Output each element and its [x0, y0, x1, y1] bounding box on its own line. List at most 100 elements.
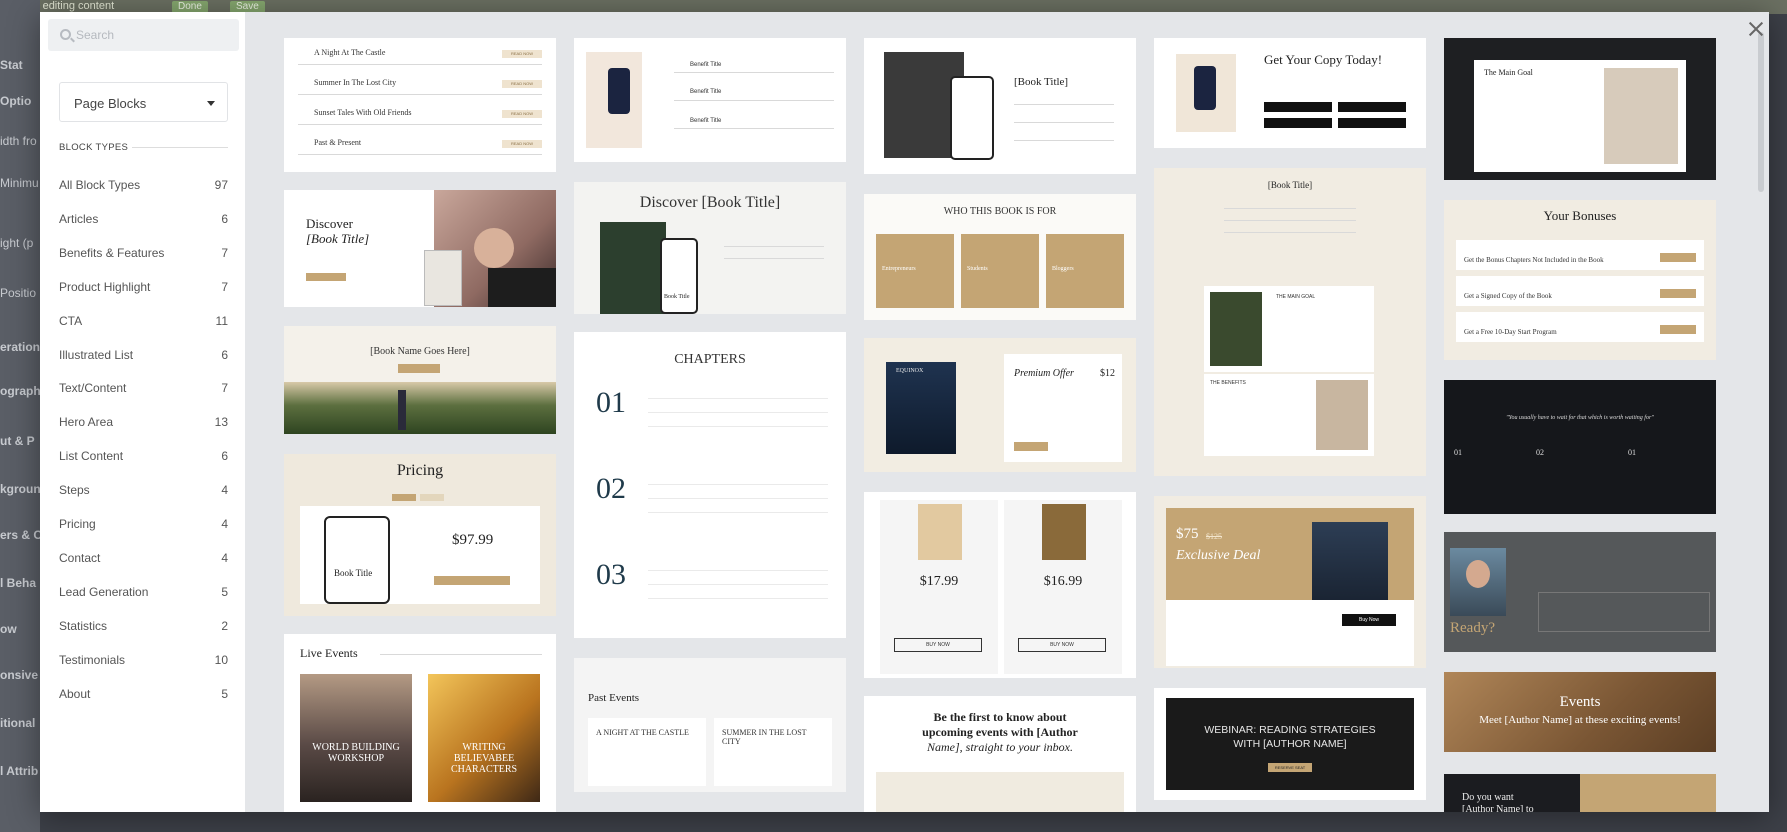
event-title: WORLD BUILDING WORKSHOP	[312, 742, 400, 764]
panel-heading: THE MAIN GOAL	[1276, 294, 1316, 300]
category-item[interactable]: Testimonials 10	[59, 653, 228, 673]
category-item[interactable]: CTA 11	[59, 314, 228, 334]
block-card-discover-hero[interactable]: Discover [Book Title]	[284, 190, 556, 307]
events-heading: Events	[1559, 694, 1601, 710]
category-item[interactable]: Articles 6	[59, 212, 228, 232]
category-item[interactable]: List Content 6	[59, 449, 228, 469]
block-card-book-pricing[interactable]: $17.99 $16.99 BUY NOW BUY NOW	[864, 492, 1136, 678]
bg-label: ut & P	[0, 434, 35, 448]
read-now-button: READ NOW	[502, 80, 542, 88]
category-item[interactable]: Text/Content 7	[59, 381, 228, 401]
block-card-exclusive-deal[interactable]: $75 $125 Exclusive Deal Buy Now	[1154, 496, 1426, 668]
form-area	[876, 772, 1124, 812]
offer-price: $12	[1100, 368, 1115, 379]
block-type-select[interactable]: Page Blocks	[59, 82, 228, 122]
block-card-quote-steps[interactable]: "You usually have to wait for that which…	[1444, 380, 1716, 514]
deal-price: $75	[1176, 526, 1199, 542]
block-card-discover-product[interactable]: Discover [Book Title] Book Title	[574, 182, 846, 314]
block-card-articles[interactable]: A Night At The Castle Summer In The Lost…	[284, 38, 556, 172]
category-label: Lead Generation	[59, 584, 149, 599]
category-item[interactable]: Statistics 2	[59, 619, 228, 639]
category-item[interactable]: Hero Area 13	[59, 415, 228, 435]
price: $97.99	[452, 532, 494, 548]
article-title: Sunset Tales With Old Friends	[314, 108, 412, 117]
category-count: 7	[221, 279, 228, 294]
block-card-past-events[interactable]: Past Events A NIGHT AT THE CASTLE SUMMER…	[574, 658, 846, 792]
offer-button	[1014, 442, 1048, 451]
deal-details	[1166, 600, 1414, 666]
bg-label: ow	[0, 622, 17, 636]
webinar-heading: WITH [AUTHOR NAME]	[1233, 738, 1347, 750]
category-label: Text/Content	[59, 381, 127, 396]
book-cover-title: EQUINOX	[896, 368, 924, 374]
section-heading: WHO THIS BOOK IS FOR	[943, 206, 1057, 217]
newsletter-heading: Name], straight to your inbox.	[927, 740, 1073, 754]
book-cover	[600, 222, 666, 314]
deal-old-price: $125	[1206, 532, 1222, 541]
bg-label: onsive	[0, 668, 39, 682]
block-card-booking[interactable]: Do you want [Author Name] to	[1444, 774, 1716, 812]
category-item[interactable]: Product Highlight 7	[59, 280, 228, 300]
pricing-button	[434, 576, 510, 585]
price: $16.99	[1043, 574, 1083, 589]
block-card-bonuses[interactable]: Your Bonuses Get the Bonus Chapters Not …	[1444, 200, 1716, 360]
phone-image	[608, 68, 630, 114]
category-item[interactable]: About 5	[59, 687, 228, 707]
category-label: Contact	[59, 550, 101, 565]
benefit-title: Benefit Title	[690, 62, 722, 68]
search-box[interactable]	[48, 19, 239, 51]
block-card-contact[interactable]: Ready?	[1444, 532, 1716, 652]
bonus-button	[1660, 253, 1696, 262]
block-card-premium-offer[interactable]: EQUINOX Premium Offer $12	[864, 338, 1136, 472]
category-label: Product Highlight	[59, 279, 151, 294]
toggle-option	[420, 494, 444, 501]
block-card-get-copy[interactable]: Get Your Copy Today!	[1154, 38, 1426, 148]
block-card-pricing[interactable]: Pricing Book Title $97.99	[284, 454, 556, 616]
block-card-live-events[interactable]: Live Events WORLD BUILDING WORKSHOP WRIT…	[284, 634, 556, 812]
category-item[interactable]: Illustrated List 6	[59, 348, 228, 368]
hero-button	[306, 273, 346, 281]
category-label: Illustrated List	[59, 347, 134, 362]
block-card-main-goal[interactable]: [Book Title] THE MAIN GOAL THE BENEFITS	[1154, 168, 1426, 476]
copy-heading: Get Your Copy Today!	[1264, 52, 1383, 67]
block-card-newsletter[interactable]: Be the first to know about upcoming even…	[864, 696, 1136, 812]
category-item[interactable]: All Block Types 97	[59, 178, 228, 198]
block-card-main-goal-dark[interactable]: The Main Goal	[1444, 38, 1716, 180]
book-image	[424, 250, 462, 306]
phone-image	[324, 516, 390, 604]
category-item[interactable]: Lead Generation 5	[59, 585, 228, 605]
book-cover	[886, 362, 956, 454]
search-input[interactable]	[76, 19, 236, 51]
hero-button	[398, 364, 440, 373]
block-types-heading: BLOCK TYPES	[59, 142, 129, 153]
category-item[interactable]: Benefits & Features 7	[59, 246, 228, 266]
category-item[interactable]: Steps 4	[59, 483, 228, 503]
chapter-number: 01	[596, 386, 626, 419]
close-icon[interactable]	[1747, 20, 1765, 38]
toggle-option	[392, 494, 416, 501]
category-label: Statistics	[59, 618, 108, 633]
block-card-book-links[interactable]: [Book Title]	[864, 38, 1136, 174]
buy-now-button: BUY NOW	[894, 638, 982, 652]
scrollbar[interactable]	[1758, 32, 1764, 192]
article-title: Past & Present	[314, 138, 362, 147]
category-label: Steps	[59, 483, 90, 498]
block-card-webinar[interactable]: WEBINAR: READING STRATEGIES WITH [AUTHOR…	[1154, 688, 1426, 800]
block-card-chapters[interactable]: CHAPTERS 01 02 03	[574, 332, 846, 638]
store-button	[1264, 102, 1332, 112]
background-sidebar: Stat Optio idth fro Minimu ight (p Posit…	[0, 0, 47, 832]
product-heading: Discover [Book Title]	[639, 194, 781, 211]
benefit-title: Benefit Title	[690, 118, 722, 124]
block-card-who-for[interactable]: WHO THIS BOOK IS FOR Entrepreneurs Stude…	[864, 194, 1136, 320]
block-preview-grid: A Night At The Castle Summer In The Lost…	[248, 12, 1756, 812]
panel-heading: THE BENEFITS	[1210, 380, 1246, 386]
block-card-benefits[interactable]: Benefit Title Benefit Title Benefit Titl…	[574, 38, 846, 162]
category-count: 7	[221, 245, 228, 260]
category-item[interactable]: Pricing 4	[59, 517, 228, 537]
block-card-events-hero[interactable]: Events Meet [Author Name] at these excit…	[1444, 672, 1716, 752]
category-count: 6	[221, 211, 228, 226]
block-card-book-name-hero[interactable]: [Book Name Goes Here]	[284, 326, 556, 434]
bonus-item: Get a Signed Copy of the Book	[1464, 292, 1552, 300]
book-cover	[1312, 522, 1388, 600]
category-item[interactable]: Contact 4	[59, 551, 228, 571]
